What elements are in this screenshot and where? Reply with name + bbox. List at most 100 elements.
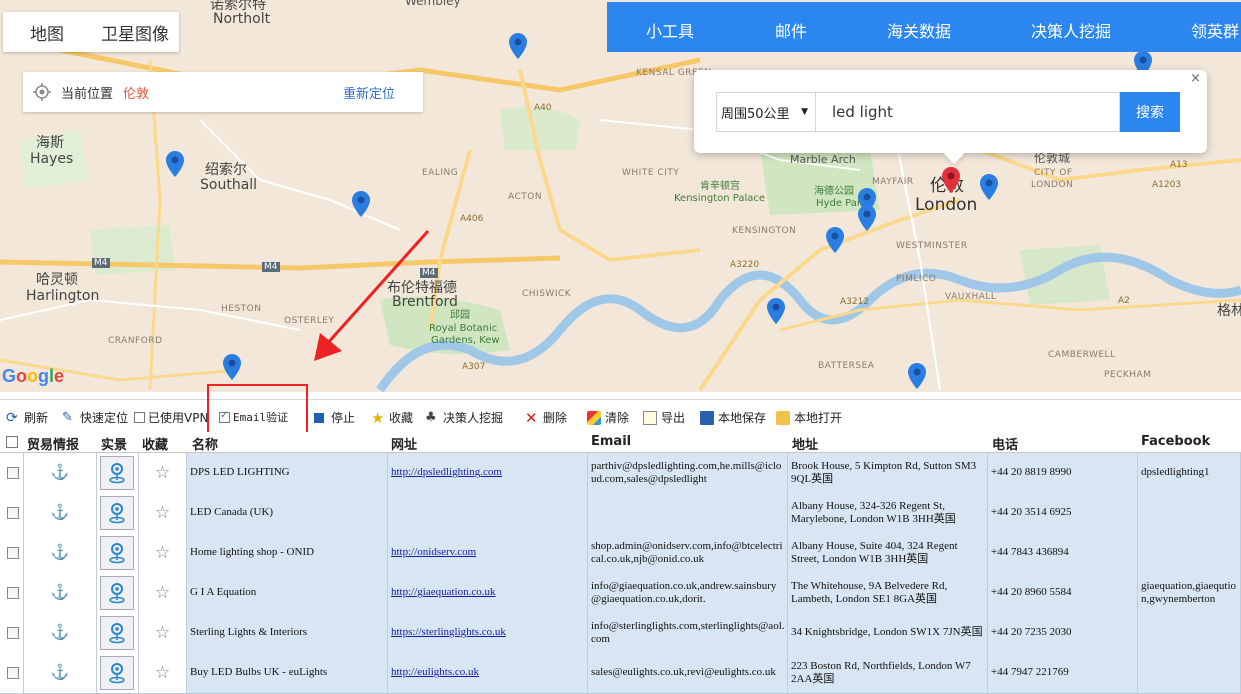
- street-view-button[interactable]: [100, 616, 134, 650]
- street-view-button[interactable]: [100, 576, 134, 610]
- relocate-link[interactable]: 重新定位: [343, 83, 395, 102]
- star-outline-icon[interactable]: ☆: [139, 543, 186, 563]
- folder-icon: [776, 410, 790, 425]
- row-checkbox[interactable]: [7, 587, 19, 599]
- anchor-icon[interactable]: ⚓: [24, 584, 96, 602]
- street-view-button[interactable]: [100, 656, 134, 690]
- quick-locate-button[interactable]: ✎ 快速定位: [62, 409, 128, 426]
- anchor-icon[interactable]: ⚓: [24, 624, 96, 642]
- map-pin-icon[interactable]: [165, 150, 185, 178]
- row-checkbox[interactable]: [7, 547, 19, 559]
- delete-button[interactable]: ✕ 删除: [525, 409, 567, 426]
- address-text: 223 Boston Rd, Northfields, London W7 2A…: [791, 659, 971, 685]
- website-link[interactable]: http://eulights.co.uk: [391, 666, 479, 679]
- decision-maker-button[interactable]: ♣ 决策人挖掘: [425, 409, 503, 426]
- radius-select[interactable]: 周围50公里 ▼: [716, 92, 816, 132]
- col-email[interactable]: Email: [591, 434, 631, 449]
- table-row[interactable]: ⚓ ☆ Home lighting shop - ONID http://onidse…: [0, 533, 1241, 574]
- favorite-button[interactable]: ★ 收藏: [371, 409, 413, 426]
- open-local-button[interactable]: 本地打开: [776, 409, 842, 426]
- col-favorite[interactable]: 收藏: [142, 434, 168, 453]
- close-icon[interactable]: ×: [1190, 71, 1201, 86]
- stop-button[interactable]: 停止: [314, 409, 355, 426]
- star-outline-icon[interactable]: ☆: [139, 583, 186, 603]
- nav-mail[interactable]: 邮件: [775, 18, 807, 42]
- table-row[interactable]: ⚓ ☆ DPS LED LIGHTING http://dpsledlighting.…: [0, 453, 1241, 494]
- anchor-icon[interactable]: ⚓: [24, 464, 96, 482]
- website-link[interactable]: http://onidserv.com: [391, 546, 476, 559]
- save-local-button[interactable]: 本地保存: [700, 409, 766, 426]
- map-label: BATTERSEA: [818, 361, 875, 371]
- export-icon: [643, 410, 657, 425]
- row-checkbox[interactable]: [7, 467, 19, 479]
- export-button[interactable]: 导出: [643, 409, 685, 426]
- map-pin-icon[interactable]: [222, 353, 242, 381]
- refresh-button[interactable]: ⟳ 刷新: [6, 409, 48, 426]
- map-pin-active-icon[interactable]: [941, 166, 961, 194]
- map-pin-icon[interactable]: [857, 204, 877, 232]
- map-pin-icon[interactable]: [351, 190, 371, 218]
- row-checkbox[interactable]: [7, 627, 19, 639]
- street-view-button[interactable]: [100, 496, 134, 530]
- table-row[interactable]: ⚓ ☆ Buy LED Bulbs UK - euLights http://euli…: [0, 653, 1241, 694]
- row-checkbox[interactable]: [7, 667, 19, 679]
- table-row[interactable]: ⚓ ☆ Sterling Lights & Interiors https://ste…: [0, 613, 1241, 654]
- col-name[interactable]: 名称: [192, 434, 218, 453]
- map-view[interactable]: 诺索尔特 Northolt Wembley 海斯 Hayes 绍索尔 South…: [0, 0, 1241, 392]
- map-label: A307: [462, 362, 486, 372]
- star-outline-icon[interactable]: ☆: [139, 503, 186, 523]
- map-pin-icon[interactable]: [766, 297, 786, 325]
- delete-icon: ✕: [525, 408, 538, 427]
- search-button[interactable]: 搜索: [1120, 92, 1180, 132]
- phone-text: +44 7947 221769: [991, 666, 1069, 679]
- website-link[interactable]: http://giaequation.co.uk: [391, 586, 495, 599]
- map-label: A2: [1118, 296, 1130, 306]
- map-pin-icon[interactable]: [907, 362, 927, 390]
- caret-down-icon: ▼: [801, 107, 808, 117]
- nav-tools[interactable]: 小工具: [646, 18, 694, 42]
- tab-map[interactable]: 地图: [3, 12, 91, 52]
- table-row[interactable]: ⚓ ☆ LED Canada (UK) Albany House, 324-326 R…: [0, 493, 1241, 534]
- email-text: shop.admin@onidserv.com,info@btcelectric…: [591, 539, 783, 565]
- star-outline-icon[interactable]: ☆: [139, 623, 186, 643]
- select-all-checkbox[interactable]: [6, 436, 21, 452]
- nav-decision-maker[interactable]: 决策人挖掘: [1031, 18, 1111, 42]
- star-outline-icon[interactable]: ☆: [139, 463, 186, 483]
- star-icon: ★: [371, 408, 385, 427]
- website-link[interactable]: https://sterlinglights.co.uk: [391, 626, 506, 639]
- website-link[interactable]: http://dpsledlighting.com: [391, 466, 502, 479]
- address-text: The Whitehouse, 9A Belvedere Rd, Lambeth…: [791, 579, 948, 605]
- street-view-button[interactable]: [100, 456, 134, 490]
- map-pin-icon[interactable]: [825, 226, 845, 254]
- phone-text: +44 7843 436894: [991, 546, 1069, 559]
- col-facebook[interactable]: Facebook: [1141, 434, 1210, 449]
- map-label: PIMLICO: [896, 274, 937, 284]
- street-view-button[interactable]: [100, 536, 134, 570]
- table-row[interactable]: ⚓ ☆ G I A Equation http://giaequation.co.uk…: [0, 573, 1241, 614]
- email-text: sales@eulights.co.uk,revi@eulights.co.uk: [591, 666, 776, 679]
- nav-linkedin-group[interactable]: 领英群: [1191, 18, 1239, 42]
- street-view-icon: [109, 463, 125, 484]
- clear-button[interactable]: 清除: [587, 409, 629, 426]
- map-pin-icon[interactable]: [508, 32, 528, 60]
- search-panel: × 周围50公里 ▼ 搜索: [694, 70, 1207, 153]
- col-phone[interactable]: 电话: [992, 434, 1018, 453]
- map-pin-icon[interactable]: [979, 173, 999, 201]
- anchor-icon[interactable]: ⚓: [24, 504, 96, 522]
- keyword-input[interactable]: [816, 92, 1120, 132]
- row-checkbox[interactable]: [7, 507, 19, 519]
- map-label: CHISWICK: [522, 289, 572, 299]
- col-address[interactable]: 地址: [792, 434, 818, 453]
- star-outline-icon[interactable]: ☆: [139, 663, 186, 683]
- col-street-view[interactable]: 实景: [101, 434, 127, 453]
- col-url[interactable]: 网址: [391, 434, 417, 453]
- map-label: HESTON: [221, 304, 262, 314]
- email-text: info@sterlinglights.com,sterlinglights@a…: [591, 619, 785, 645]
- used-vpn-checkbox[interactable]: 已使用VPN: [134, 409, 208, 426]
- col-trade-intel[interactable]: 贸易情报: [27, 434, 79, 453]
- phone-text: +44 20 8960 5584: [991, 586, 1072, 599]
- anchor-icon[interactable]: ⚓: [24, 664, 96, 682]
- tab-satellite[interactable]: 卫星图像: [91, 12, 179, 52]
- anchor-icon[interactable]: ⚓: [24, 544, 96, 562]
- nav-customs-data[interactable]: 海关数据: [887, 18, 951, 42]
